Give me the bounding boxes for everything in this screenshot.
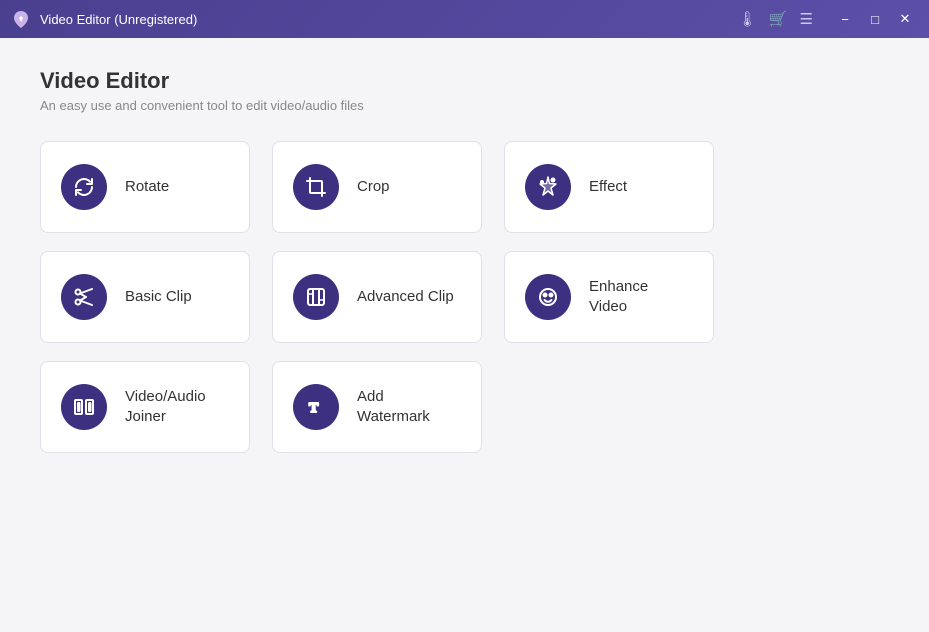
window-controls: − □ ✕ [831,5,919,33]
close-button[interactable]: ✕ [891,5,919,33]
main-content: Video Editor An easy use and convenient … [0,38,929,632]
advanced-clip-label: Advanced Clip [357,287,454,307]
cart-icon[interactable]: 🛒 [769,10,788,28]
basic-clip-label: Basic Clip [125,287,192,307]
crop-icon [304,175,328,199]
advanced-clip-card[interactable]: Advanced Clip [272,251,482,343]
effect-card[interactable]: Effect [504,141,714,233]
titlebar-right: 🌡 🛒 ☰ − □ ✕ [738,5,919,33]
joiner-icon [72,395,96,419]
joiner-icon-bg [61,384,107,430]
titlebar-left: Video Editor (Unregistered) [10,8,197,30]
app-logo-icon [10,8,32,30]
add-watermark-label: Add Watermark [357,387,430,428]
scissors-icon [72,285,96,309]
effect-icon-bg [525,164,571,210]
thermometer-icon[interactable]: 🌡 [738,10,757,28]
effect-icon [536,175,560,199]
advanced-clip-icon [304,285,328,309]
enhance-icon [536,285,560,309]
basic-clip-icon-bg [61,274,107,320]
rotate-card[interactable]: Rotate [40,141,250,233]
watermark-icon: T [304,395,328,419]
crop-label: Crop [357,177,390,197]
basic-clip-card[interactable]: Basic Clip [40,251,250,343]
tools-grid: Rotate Crop [40,141,889,453]
video-audio-joiner-label: Video/Audio Joiner [125,387,206,428]
enhance-video-label: Enhance Video [589,277,648,318]
titlebar-title: Video Editor (Unregistered) [40,12,197,27]
video-audio-joiner-card[interactable]: Video/Audio Joiner [40,361,250,453]
rotate-label: Rotate [125,177,169,197]
titlebar: Video Editor (Unregistered) 🌡 🛒 ☰ − □ ✕ [0,0,929,38]
watermark-icon-bg: T [293,384,339,430]
minimize-button[interactable]: − [831,5,859,33]
effect-label: Effect [589,177,627,197]
maximize-button[interactable]: □ [861,5,889,33]
menu-icon[interactable]: ☰ [800,10,813,28]
enhance-video-card[interactable]: Enhance Video [504,251,714,343]
svg-text:T: T [309,401,319,416]
crop-card[interactable]: Crop [272,141,482,233]
rotate-icon-bg [61,164,107,210]
advanced-clip-icon-bg [293,274,339,320]
crop-icon-bg [293,164,339,210]
rotate-icon [72,175,96,199]
page-title: Video Editor [40,68,889,94]
add-watermark-card[interactable]: T Add Watermark [272,361,482,453]
enhance-video-icon-bg [525,274,571,320]
page-subtitle: An easy use and convenient tool to edit … [40,98,889,113]
